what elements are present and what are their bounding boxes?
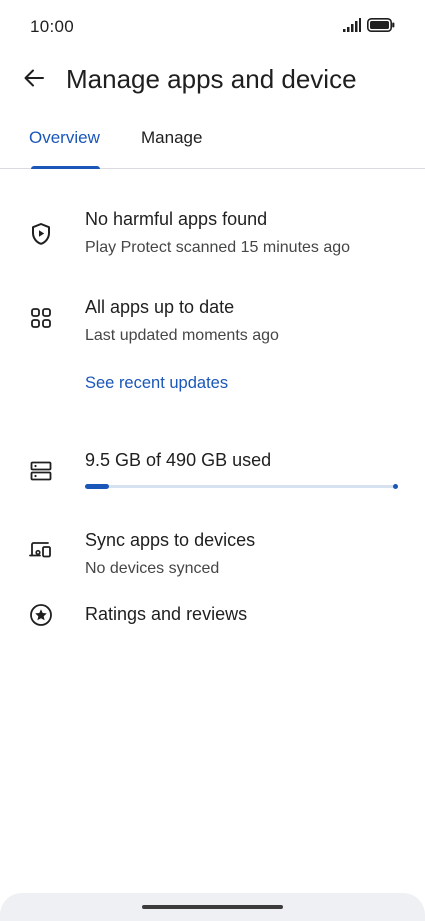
shield-play-icon <box>27 220 55 248</box>
signal-icon <box>343 18 361 37</box>
ratings-title: Ratings and reviews <box>85 604 248 624</box>
app-bar: Manage apps and device <box>0 56 425 104</box>
status-icons <box>343 18 395 37</box>
status-time: 10:00 <box>30 17 75 36</box>
tab-indicator <box>31 166 100 169</box>
updates-title: All apps up to date <box>85 297 235 317</box>
play-protect-row[interactable]: No harmful apps found Play Protect scann… <box>0 200 425 270</box>
storage-row[interactable]: 9.5 GB of 490 GB used <box>0 440 425 500</box>
storage-title: 9.5 GB of 490 GB used <box>85 450 272 470</box>
updates-subtitle: Last updated moments ago <box>85 327 279 344</box>
arrow-back-icon <box>23 67 45 94</box>
play-protect-subtitle: Play Protect scanned 15 minutes ago <box>85 239 351 256</box>
updates-row[interactable]: All apps up to date Last updated moments… <box>0 287 425 357</box>
storage-progress-track <box>85 485 398 488</box>
page-title: Manage apps and device <box>66 64 357 94</box>
storage-icon <box>27 457 55 485</box>
home-gesture-handle[interactable] <box>142 905 283 909</box>
sync-title: Sync apps to devices <box>85 530 256 550</box>
battery-icon <box>367 18 395 37</box>
sync-subtitle: No devices synced <box>85 560 220 577</box>
tab-overview[interactable]: Overview <box>29 128 100 148</box>
apps-grid-icon <box>27 304 55 332</box>
tab-manage[interactable]: Manage <box>141 128 202 148</box>
screen: 10:00 Manage apps and device Overview Ma… <box>0 0 425 921</box>
play-protect-title: No harmful apps found <box>85 209 268 229</box>
star-circle-icon <box>27 601 55 629</box>
navigation-bar <box>0 893 425 921</box>
see-recent-updates-link[interactable]: See recent updates <box>85 374 228 393</box>
storage-progress-end-dot <box>393 484 398 489</box>
ratings-row[interactable]: Ratings and reviews <box>0 596 425 636</box>
devices-icon <box>27 536 55 564</box>
back-button[interactable] <box>20 66 48 94</box>
storage-progress-fill <box>85 484 109 489</box>
tab-bar: Overview Manage <box>0 120 425 169</box>
status-bar: 10:00 <box>0 0 425 56</box>
storage-progress-bar <box>85 484 398 489</box>
sync-row[interactable]: Sync apps to devices No devices synced <box>0 520 425 584</box>
